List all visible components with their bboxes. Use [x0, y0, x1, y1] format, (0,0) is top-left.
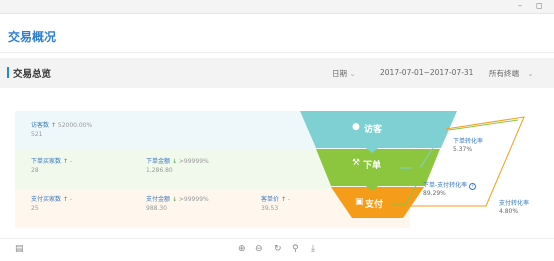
order-buyers-value: 28 [31, 167, 39, 174]
order-pay-rate-label-text: 下单-支付转化率 [423, 182, 468, 189]
download-icon[interactable]: ⤓ [311, 244, 315, 254]
date-range-picker[interactable]: 2017-07-01~2017-07-31 [380, 68, 473, 77]
pay-amount-change: >99999% [178, 196, 209, 203]
arrow-up-icon: ↑ [50, 122, 56, 129]
pay-amount-value: 988.30 [146, 205, 167, 212]
order-pay-rate-label: 下单-支付转化率 ? [423, 182, 477, 190]
date-filter-label: 日期 [332, 69, 347, 78]
order-buyers-metric: 下单买家数 ↑ - 28 [31, 157, 72, 175]
pay-rate: 支付转化率 4.80% [499, 200, 529, 216]
zoom-in-icon[interactable]: ⊕ [238, 244, 246, 254]
title-divider [0, 52, 554, 53]
visitors-label: 访客数 [31, 122, 50, 129]
order-pay-rate-value: 89.29% [423, 190, 446, 197]
order-amount-value: 1,286.80 [146, 167, 173, 174]
section-title: 交易总览 [13, 69, 52, 80]
order-pay-rate: 下单-支付转化率 ? 89.29% [423, 182, 477, 198]
order-buyers-label: 下单买家数 [31, 158, 62, 165]
order-buyers-change: - [69, 158, 73, 165]
question-mark-icon[interactable]: ? [469, 183, 477, 190]
arrow-up-icon: ↑ [280, 196, 286, 203]
pay-buyers-value: 25 [31, 205, 39, 212]
unit-price-label: 客单价 [261, 196, 280, 203]
arrow-down-icon: ↓ [171, 158, 177, 165]
order-amount-metric: 下单金额 ↓ >99999% 1,286.80 [146, 157, 209, 175]
pay-buyers-label: 支付买家数 [31, 196, 62, 203]
page-title: 交易概况 [8, 30, 57, 44]
section-accent-bar [7, 67, 9, 78]
unit-price-change: - [287, 196, 291, 203]
arrow-up-icon: ↑ [62, 196, 68, 203]
pay-rate-value: 4.80% [499, 208, 519, 215]
order-rate-label: 下单转化率 [453, 138, 484, 145]
date-filter[interactable]: 日期 ⌄ [332, 68, 356, 79]
funnel-stage-pay-label: 支付 [365, 200, 384, 210]
pay-buyers-change: - [69, 196, 73, 203]
funnel-stage-order-label: 下单 [363, 161, 382, 171]
maximize-button[interactable]: ◻ [536, 1, 543, 10]
visitors-value: 521 [31, 131, 43, 138]
zoom-out-icon[interactable]: ⊖ [255, 244, 263, 254]
chevron-down-icon: ⌄ [527, 69, 534, 78]
window-titlebar: – ◻ [0, 0, 554, 14]
visitors-change: 52000.00% [57, 122, 93, 129]
pay-buyers-metric: 支付买家数 ↑ - 25 [31, 195, 72, 213]
arrow-down-icon: ↓ [171, 196, 177, 203]
order-rate: 下单转化率 5.37% [453, 138, 483, 154]
unit-price-value: 39.53 [261, 205, 279, 212]
minimize-button[interactable]: – [518, 1, 522, 10]
visitors-metric: 访客数 ↑ 52000.00% 521 [31, 121, 92, 139]
wallet-icon: ▣ [355, 197, 364, 207]
pay-rate-label: 支付转化率 [499, 200, 530, 207]
funnel-stage-visit-label: 访客 [364, 125, 383, 135]
arrow-up-icon: ↑ [62, 158, 68, 165]
pay-amount-metric: 支付金额 ↓ >99999% 988.30 [146, 195, 209, 213]
transaction-overview-page: – ◻ 交易概况 交易总览 日期 ⌄ 2017-07-01~2017-07-31… [0, 0, 554, 261]
rate-connector-pay-inner [448, 119, 519, 131]
pay-row [15, 189, 410, 228]
refresh-icon[interactable]: ↻ [274, 244, 282, 254]
order-row [15, 150, 410, 189]
terminal-select-value: 所有终端 [489, 69, 519, 78]
order-amount-change: >99999% [178, 158, 209, 165]
hammer-icon: ⚒ [352, 158, 361, 168]
order-rate-value: 5.37% [453, 146, 473, 153]
chevron-down-icon: ⌄ [349, 69, 356, 78]
search-icon[interactable]: ⚲ [292, 244, 299, 254]
unit-price-metric: 客单价 ↑ - 39.53 [261, 195, 290, 213]
monitor-icon[interactable]: ▤ [15, 244, 24, 254]
order-amount-label: 下单金额 [146, 158, 171, 165]
user-icon: ● [352, 122, 360, 132]
pay-amount-label: 支付金额 [146, 196, 171, 203]
terminal-select[interactable]: 所有终端 ⌄ [489, 68, 534, 79]
